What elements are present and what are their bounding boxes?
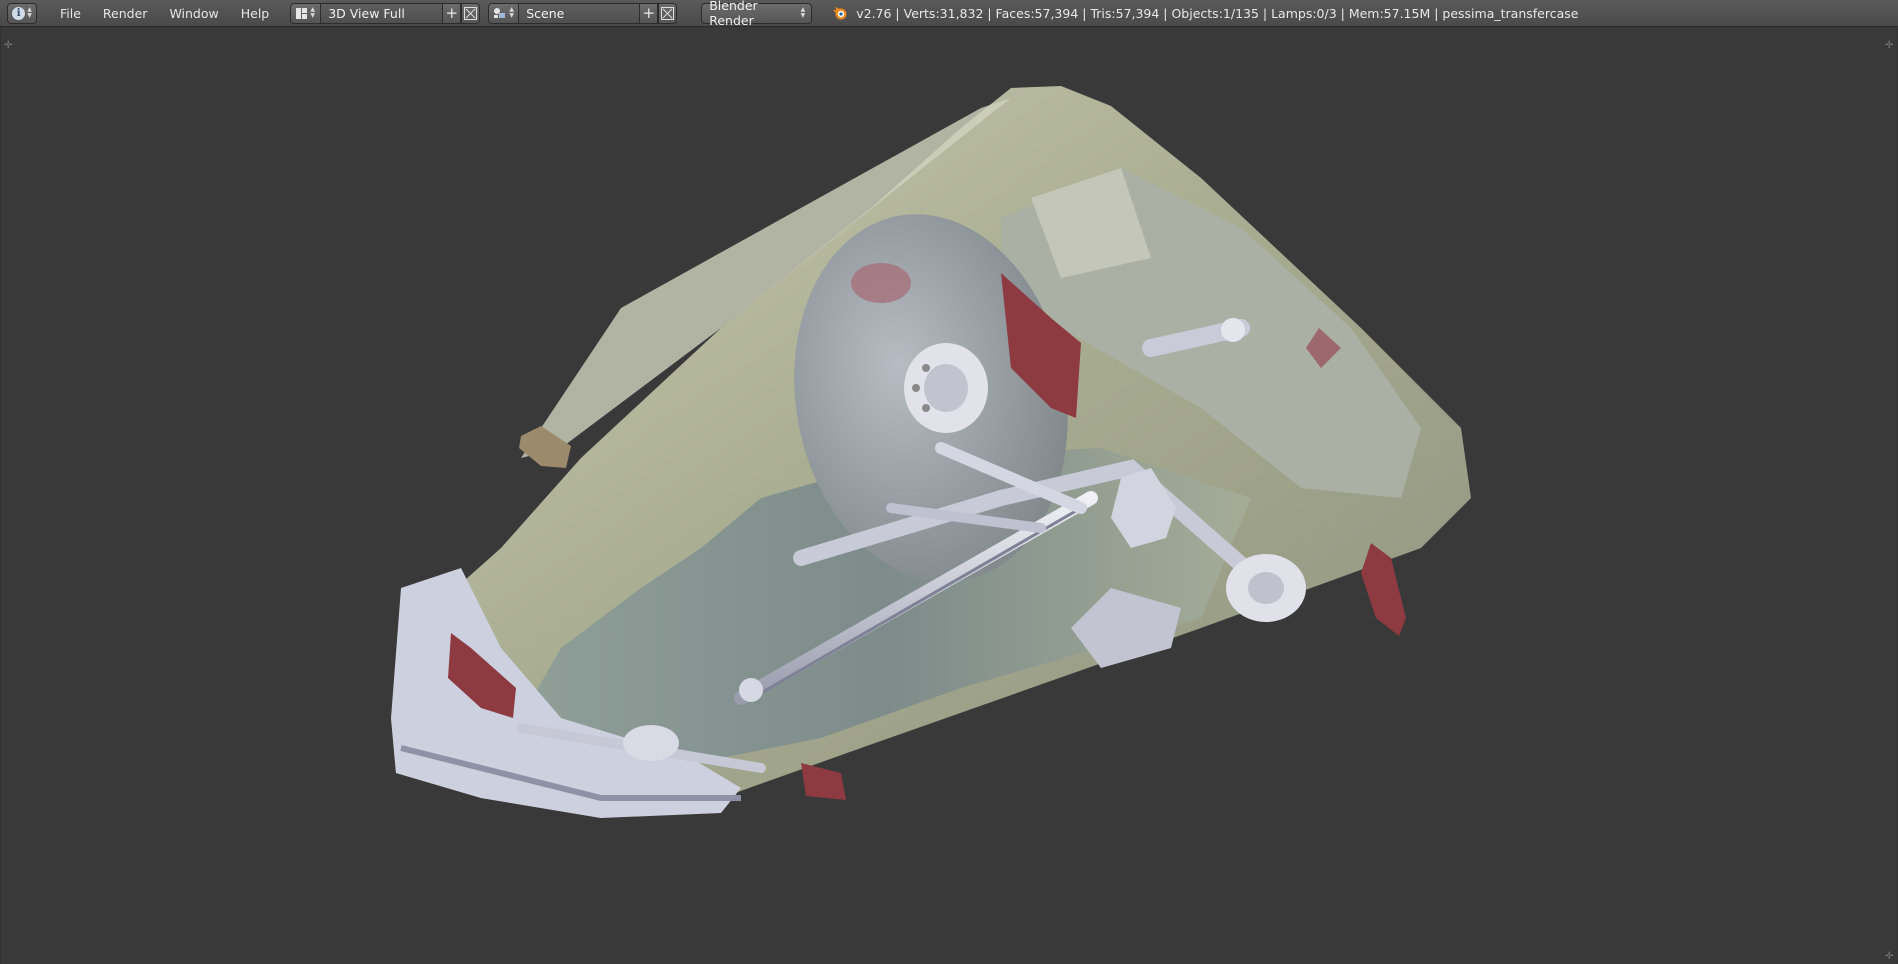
plus-icon: + [445, 3, 459, 22]
lug-stud [912, 384, 920, 392]
scene-icon [494, 8, 506, 18]
scene-selector: ▲ ▼ Scene + [488, 2, 678, 24]
up-down-arrows-icon: ▲ ▼ [310, 6, 316, 19]
hub [1248, 572, 1284, 604]
plus-icon: + [642, 3, 656, 22]
lug-stud [922, 404, 930, 412]
car-underside-model[interactable] [1, 28, 1897, 964]
hub [924, 364, 968, 412]
mudflap-front-right [801, 763, 846, 800]
main-menu: File Render Window Help [49, 0, 280, 27]
blender-logo-icon [833, 7, 847, 20]
screen-layout-icon [296, 7, 308, 19]
shock-mount [1221, 318, 1245, 342]
menu-window[interactable]: Window [158, 0, 229, 27]
front-steering-box [623, 725, 679, 761]
menu-render[interactable]: Render [92, 0, 159, 27]
scene-name-field[interactable]: Scene [519, 2, 640, 24]
delete-scene-button[interactable] [658, 2, 678, 24]
3d-viewport[interactable]: ✛ ✛ ✛ [0, 28, 1898, 964]
scene-browse-button[interactable]: ▲ ▼ [488, 2, 520, 24]
u-joint [739, 678, 763, 702]
menu-file[interactable]: File [49, 0, 92, 27]
up-down-arrows-icon: ▲ ▼ [27, 6, 32, 19]
add-scene-button[interactable]: + [639, 2, 659, 24]
menu-help[interactable]: Help [230, 0, 281, 27]
wheel-well-red-tint [851, 263, 911, 303]
add-screen-layout-button[interactable]: + [442, 2, 462, 24]
delete-screen-layout-button[interactable] [461, 2, 481, 24]
screen-layout-browse-button[interactable]: ▲ ▼ [290, 2, 322, 24]
screen-layout-name-field[interactable]: 3D View Full [321, 2, 443, 24]
up-down-arrows-icon: ▲ ▼ [509, 6, 515, 19]
screen-layout-selector: ▲ ▼ 3D View Full + [290, 2, 481, 24]
lug-stud [922, 364, 930, 372]
render-engine-dropdown[interactable]: Blender Render ▲ ▼ [701, 0, 813, 28]
mudflap-rear-right [1361, 543, 1406, 636]
info-header: i ▲ ▼ File Render Window Help ▲ ▼ 3D View … [0, 0, 1898, 28]
close-icon [464, 6, 478, 20]
info-icon: i [12, 6, 26, 20]
up-down-arrows-icon: ▲ ▼ [800, 6, 806, 19]
close-icon [661, 6, 675, 20]
render-engine-label: Blender Render [709, 0, 758, 28]
editor-type-selector[interactable]: i ▲ ▼ [7, 2, 37, 24]
scene-statistics: v2.76 | Verts:31,832 | Faces:57,394 | Tr… [856, 5, 1579, 21]
